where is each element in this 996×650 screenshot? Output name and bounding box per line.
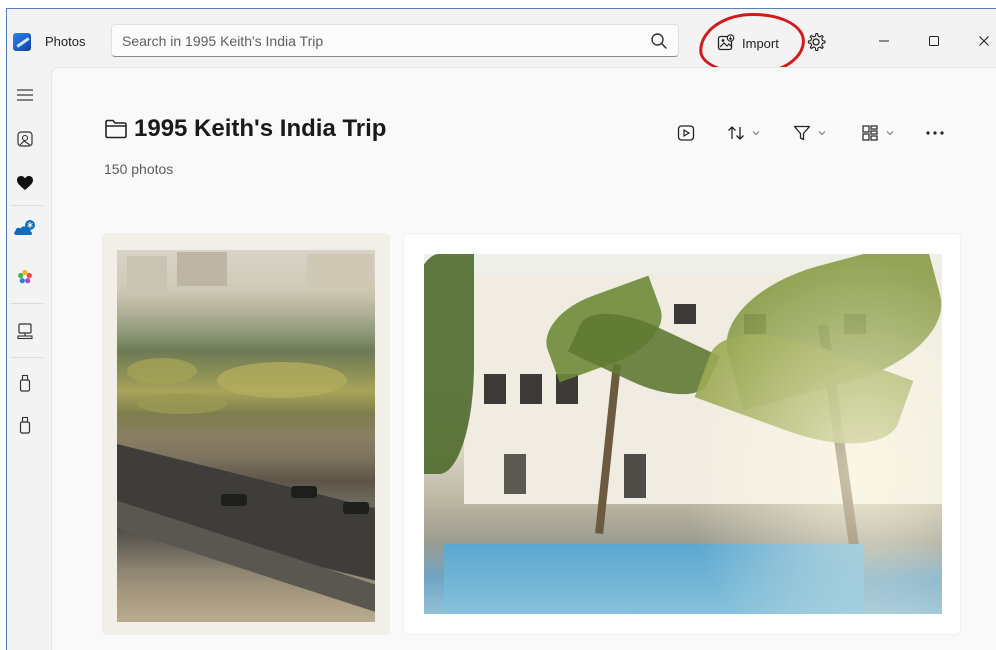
- folder-icon: [105, 119, 127, 139]
- app-title: Photos: [45, 34, 86, 49]
- photo-image: [117, 250, 375, 622]
- import-icon: [717, 34, 735, 51]
- computer-icon: [17, 323, 33, 340]
- nav-drive-1[interactable]: [13, 371, 37, 395]
- chevron-down-icon: [886, 131, 894, 136]
- grid-view-icon: [862, 125, 878, 141]
- close-icon: [979, 36, 989, 46]
- photo-street-garden[interactable]: [103, 234, 389, 634]
- nav-this-pc[interactable]: [13, 319, 37, 343]
- nav-favorites[interactable]: [13, 171, 37, 195]
- sort-icon: [728, 126, 744, 140]
- nav-onedrive[interactable]: [13, 217, 37, 241]
- photos-window: Photos Import: [6, 8, 996, 650]
- slideshow-icon: [677, 125, 695, 141]
- chevron-down-icon: [818, 131, 826, 136]
- minimize-button[interactable]: [869, 29, 899, 53]
- photo-image: [424, 254, 942, 614]
- left-navigation: [7, 75, 47, 650]
- album-content: 1995 Keith's India Trip 150 photos: [51, 67, 996, 650]
- more-icon: [926, 131, 944, 135]
- cloud-icon: [14, 220, 35, 235]
- nav-icloud[interactable]: [13, 265, 37, 289]
- filter-button[interactable]: [792, 122, 826, 144]
- nav-divider: [11, 357, 43, 358]
- nav-divider: [11, 303, 43, 304]
- import-label: Import: [742, 35, 779, 51]
- sort-button[interactable]: [726, 122, 760, 144]
- minimize-icon: [879, 40, 889, 42]
- search-input[interactable]: [122, 25, 642, 56]
- usb-drive-icon: [19, 416, 31, 434]
- gallery-icon: [17, 131, 33, 147]
- slideshow-button[interactable]: [676, 122, 696, 144]
- maximize-icon: [929, 36, 939, 46]
- usb-drive-icon: [19, 374, 31, 392]
- close-button[interactable]: [969, 29, 996, 53]
- title-bar: Photos Import: [7, 9, 996, 78]
- maximize-button[interactable]: [919, 29, 949, 53]
- nav-divider: [11, 205, 43, 206]
- heart-icon: [17, 176, 33, 190]
- photo-count: 150 photos: [104, 161, 174, 177]
- gear-icon[interactable]: [805, 31, 827, 53]
- import-button[interactable]: Import: [709, 29, 797, 57]
- search-box[interactable]: [111, 24, 679, 57]
- hamburger-icon: [17, 89, 33, 101]
- nav-drive-2[interactable]: [13, 413, 37, 437]
- chevron-down-icon: [752, 131, 760, 136]
- album-title: 1995 Keith's India Trip: [134, 115, 387, 142]
- search-icon[interactable]: [650, 32, 668, 50]
- flower-icon: [18, 269, 32, 284]
- photos-app-icon: [13, 33, 31, 51]
- view-layout-button[interactable]: [860, 122, 894, 144]
- nav-menu-button[interactable]: [13, 83, 37, 107]
- nav-gallery[interactable]: [13, 127, 37, 151]
- more-options-button[interactable]: [924, 122, 946, 144]
- photo-hotel-pool[interactable]: [404, 234, 960, 634]
- filter-icon: [793, 125, 811, 141]
